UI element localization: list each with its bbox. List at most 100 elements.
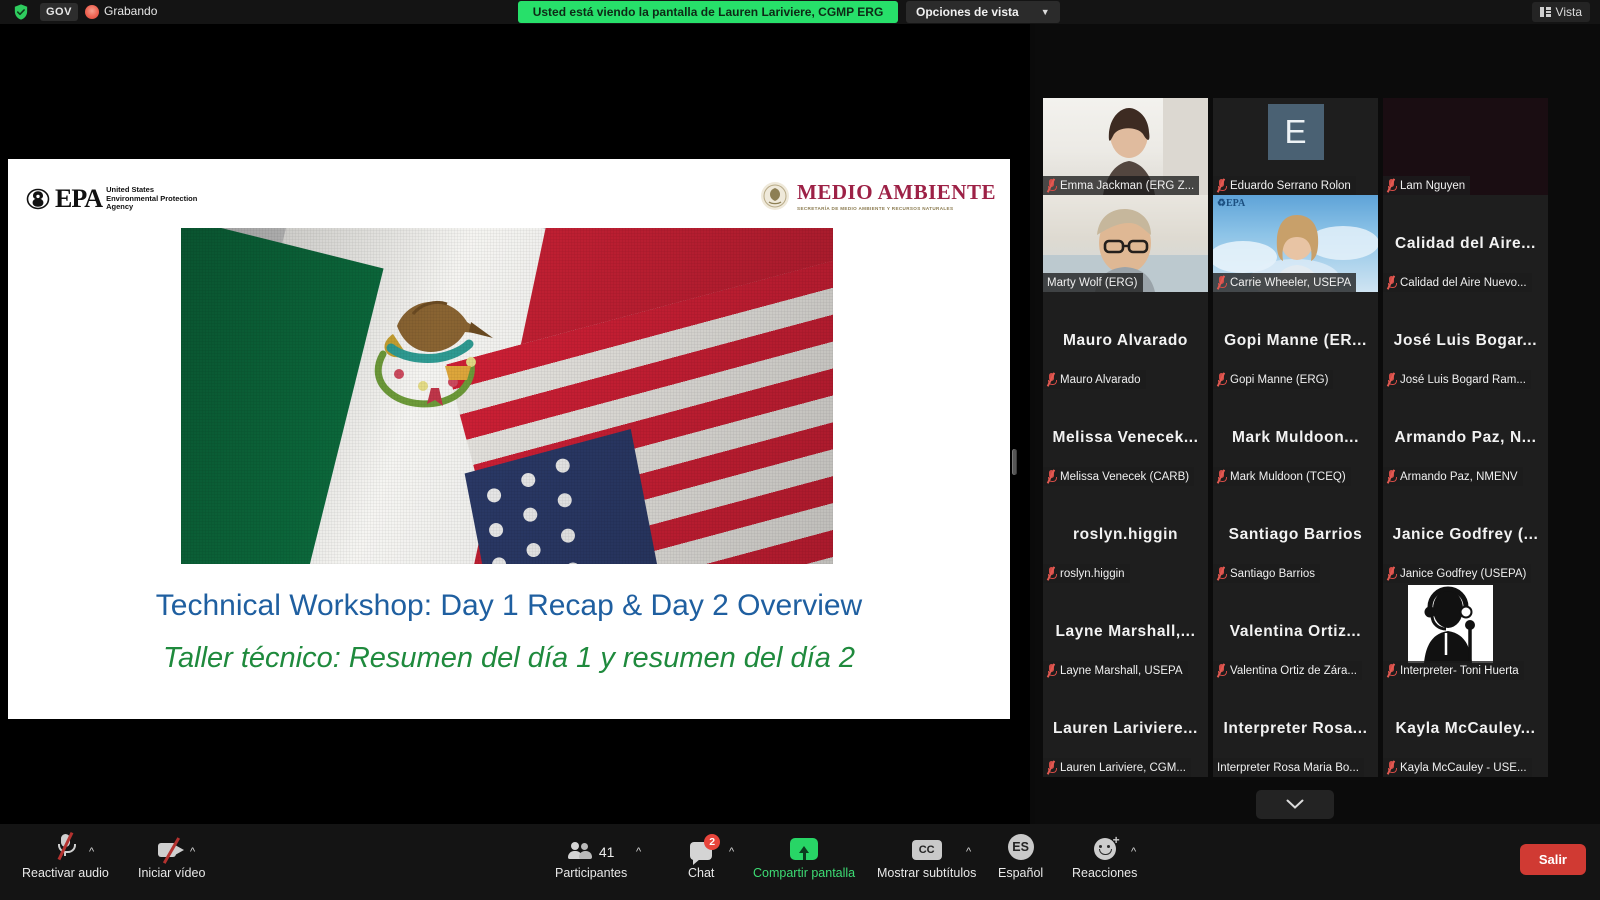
participant-tile[interactable]: Lam Nguyen <box>1383 98 1548 195</box>
view-button-label: Vista <box>1555 5 1582 19</box>
epa-logo: EPA United States Environmental Protecti… <box>26 184 197 213</box>
semarnat-title: MEDIO AMBIENTE <box>797 179 996 204</box>
microphone-muted-icon <box>1216 275 1227 290</box>
participant-tile[interactable]: Mauro Alvarado Mauro Alvarado <box>1043 292 1208 389</box>
participant-tile[interactable]: Janice Godfrey (... Janice Godfrey (USEPA… <box>1383 486 1548 583</box>
participant-name-bar: Emma Jackman (ERG Z... <box>1043 176 1200 195</box>
audio-options-caret[interactable]: ^ <box>89 846 94 858</box>
microphone-muted-icon <box>1046 760 1057 775</box>
video-options-caret[interactable]: ^ <box>190 846 195 858</box>
participant-name-label: Gopi Manne (ERG) <box>1230 373 1329 386</box>
captions-label: Mostrar subtítulos <box>877 866 977 880</box>
recording-indicator-icon <box>85 5 99 19</box>
mexico-usa-flags-image <box>181 228 833 564</box>
participant-tile[interactable]: ♻EPA Carrie Wheeler, USEPA <box>1213 195 1378 292</box>
language-label: Español <box>998 866 1044 880</box>
participant-name-bar: Janice Godfrey (USEPA) <box>1383 564 1532 583</box>
start-video-button[interactable]: Iniciar vídeo <box>138 830 205 880</box>
participants-label: Participantes <box>555 866 628 880</box>
semarnat-subtitle: SECRETARÍA DE MEDIO AMBIENTE Y RECURSOS … <box>797 205 954 211</box>
gallery-scroll-down-button[interactable] <box>1256 790 1334 819</box>
reactions-button[interactable]: + Reacciones <box>1072 830 1137 880</box>
participant-avatar-initial: E <box>1267 104 1324 160</box>
participant-name-label: Mauro Alvarado <box>1060 373 1141 386</box>
participant-tile[interactable]: Gopi Manne (ER... Gopi Manne (ERG) <box>1213 292 1378 389</box>
participant-display-name: roslyn.higgin <box>1072 525 1179 543</box>
camera-muted-icon <box>157 837 186 864</box>
leave-meeting-button[interactable]: Salir <box>1519 844 1586 875</box>
participants-icon <box>567 842 594 860</box>
participant-tile[interactable]: Armando Paz, N... Armando Paz, NMENV <box>1383 389 1548 486</box>
participant-tile[interactable]: Layne Marshall,... Layne Marshall, USEPA <box>1043 583 1208 680</box>
semarnat-logo: MEDIO AMBIENTE SECRETARÍA DE MEDIO AMBIE… <box>760 181 996 211</box>
participant-name-bar: roslyn.higgin <box>1043 564 1130 583</box>
participant-display-name: Interpreter Rosa... <box>1223 719 1368 737</box>
microphone-muted-icon <box>1046 372 1057 387</box>
microphone-muted-icon <box>1386 275 1397 290</box>
participant-tile[interactable]: E Eduardo Serrano Rolon <box>1213 98 1378 195</box>
participant-display-name: Layne Marshall,... <box>1055 622 1196 640</box>
participant-name-label: Calidad del Aire Nuevo... <box>1400 276 1527 289</box>
shared-screen-stage: EPA United States Environmental Protecti… <box>0 24 1030 824</box>
microphone-muted-icon <box>1046 566 1057 581</box>
participant-name-bar: Mark Muldoon (TCEQ) <box>1213 467 1351 486</box>
language-button[interactable]: ES Español <box>998 830 1043 880</box>
participant-tile[interactable]: roslyn.higgin roslyn.higgin <box>1043 486 1208 583</box>
epa-wordmark: EPA <box>55 184 103 213</box>
unmute-audio-button[interactable]: Reactivar audio <box>22 830 109 880</box>
participant-name-bar: Marty Wolf (ERG) <box>1043 273 1143 292</box>
participant-name-label: Eduardo Serrano Rolon <box>1230 179 1351 192</box>
participant-name-bar: Valentina Ortiz de Zára... <box>1213 661 1362 680</box>
participant-tile[interactable]: Melissa Venecek... Melissa Venecek (CARB) <box>1043 389 1208 486</box>
participant-tile[interactable]: Marty Wolf (ERG) <box>1043 195 1208 292</box>
view-button[interactable]: Vista <box>1531 2 1590 22</box>
participant-name-label: Interpreter- Toni Huerta <box>1400 664 1519 677</box>
chevron-down-icon <box>1286 799 1304 809</box>
participant-display-name: Armando Paz, N... <box>1394 428 1537 446</box>
participant-name-label: Armando Paz, NMENV <box>1400 470 1518 483</box>
participant-tile[interactable]: José Luis Bogar... José Luis Bogard Ram..… <box>1383 292 1548 389</box>
captions-options-caret[interactable]: ^ <box>966 846 971 858</box>
participant-tile[interactable]: Kayla McCauley... Kayla McCauley - USE... <box>1383 680 1548 777</box>
share-screen-label: Compartir pantalla <box>753 866 856 880</box>
participant-name-bar: Eduardo Serrano Rolon <box>1213 176 1356 195</box>
reactions-options-caret[interactable]: ^ <box>1131 846 1136 858</box>
participant-name-label: Kayla McCauley - USE... <box>1400 761 1527 774</box>
epa-seal-icon <box>26 188 50 210</box>
participant-name-bar: Melissa Venecek (CARB) <box>1043 467 1195 486</box>
participant-name-bar: Interpreter- Toni Huerta <box>1383 661 1524 680</box>
epa-line-3: Agency <box>106 202 134 212</box>
participant-name-bar: Gopi Manne (ERG) <box>1213 370 1334 389</box>
participant-tile[interactable]: Santiago Barrios Santiago Barrios <box>1213 486 1378 583</box>
participants-button[interactable]: 41 Participantes <box>555 830 627 880</box>
chat-button[interactable]: 2 Chat <box>688 830 721 880</box>
participant-name-label: Carrie Wheeler, USEPA <box>1230 276 1352 289</box>
microphone-muted-icon <box>1386 566 1397 581</box>
participant-tile[interactable]: Mark Muldoon... Mark Muldoon (TCEQ) <box>1213 389 1378 486</box>
participant-name-bar: Mauro Alvarado <box>1043 370 1146 389</box>
participant-name-bar: Lauren Lariviere, CGM... <box>1043 758 1191 777</box>
share-screen-button[interactable]: Compartir pantalla <box>753 830 855 880</box>
microphone-muted-icon <box>1216 663 1227 678</box>
screen-share-banner: Usted está viendo la pantalla de Lauren … <box>518 1 898 23</box>
participant-tile[interactable]: Lauren Lariviere... Lauren Lariviere, CGM… <box>1043 680 1208 777</box>
participant-name-label: roslyn.higgin <box>1060 567 1125 580</box>
chevron-down-icon: ▼ <box>1040 7 1050 17</box>
slide-title-spanish: Taller técnico: Resumen del día 1 y resu… <box>162 642 856 674</box>
participant-name-bar: José Luis Bogard Ram... <box>1383 370 1531 389</box>
participant-tile[interactable]: Emma Jackman (ERG Z... <box>1043 98 1208 195</box>
microphone-muted-icon <box>1386 760 1397 775</box>
participant-name-label: Janice Godfrey (USEPA) <box>1400 567 1527 580</box>
participant-name-bar: Santiago Barrios <box>1213 564 1321 583</box>
language-icon: ES <box>1007 834 1034 860</box>
participants-options-caret[interactable]: ^ <box>636 846 641 858</box>
participant-tile[interactable]: Calidad del Aire... Calidad del Aire Nuev… <box>1383 195 1548 292</box>
participant-tile[interactable]: Interpreter Rosa... Interpreter Rosa Mari… <box>1213 680 1378 777</box>
chat-options-caret[interactable]: ^ <box>729 846 734 858</box>
captions-button[interactable]: CC Mostrar subtítulos <box>877 830 976 880</box>
view-options-dropdown[interactable]: Opciones de vista ▼ <box>906 1 1060 23</box>
participant-tile[interactable]: Valentina Ortiz... Valentina Ortiz de Zár… <box>1213 583 1378 680</box>
participant-display-name: Calidad del Aire... <box>1395 234 1536 252</box>
participant-tile[interactable]: Interpreter- Toni Huerta <box>1383 583 1548 680</box>
panel-resize-handle[interactable] <box>1012 449 1017 475</box>
